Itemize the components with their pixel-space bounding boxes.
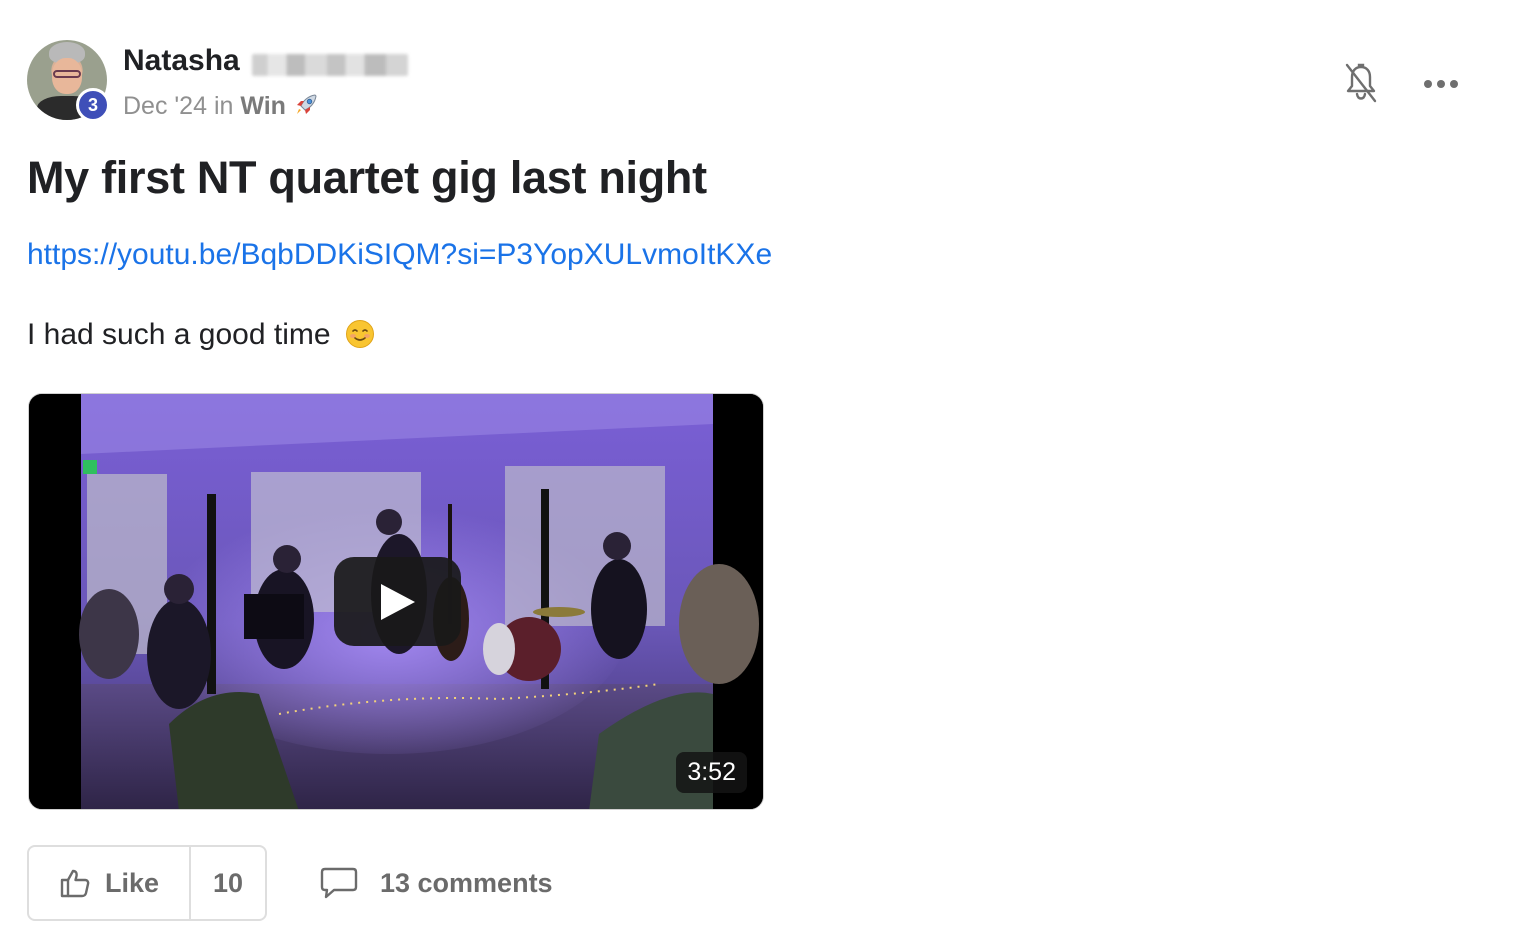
notification-toggle-button[interactable] [1338,60,1384,106]
post-category[interactable]: Win [240,92,286,120]
youtube-link[interactable]: https://youtu.be/BqbDDKiSIQM?si=P3YopXUL… [27,238,772,272]
more-horizontal-icon [1424,80,1458,88]
like-button[interactable]: Like [29,847,191,919]
post-body-text: I had such a good time [27,318,331,351]
level-badge: 3 [76,88,110,122]
comments-label: 13 comments [380,867,553,898]
redacted-surname [252,54,408,76]
video-duration: 3:52 [676,752,747,793]
comment-bubble-icon [320,867,358,899]
meta-in: in [213,92,234,120]
play-icon [380,583,415,620]
more-options-button[interactable] [1416,62,1466,106]
post-title: My first NT quartet gig last night [27,152,707,203]
like-group: Like 10 [27,845,267,921]
post-body: I had such a good time [27,318,375,352]
comments-button[interactable]: 13 comments [320,858,553,908]
post-card: 3 Natasha Dec '24 in Win My first NT qua… [0,0,1526,932]
post-meta: Dec '24 in Win [123,92,319,121]
like-label: Like [104,867,160,898]
like-count[interactable]: 10 [191,847,265,919]
post-date[interactable]: Dec '24 [123,92,207,120]
video-embed[interactable]: 3:52 [28,393,764,810]
author-avatar-wrap[interactable]: 3 [27,40,110,122]
author-name[interactable]: Natasha [123,44,240,78]
thumbs-up-icon [60,869,90,898]
play-button[interactable] [334,557,461,646]
rocket-icon [295,94,317,115]
smiling-face-icon [345,320,374,348]
bell-off-icon [1345,63,1377,103]
